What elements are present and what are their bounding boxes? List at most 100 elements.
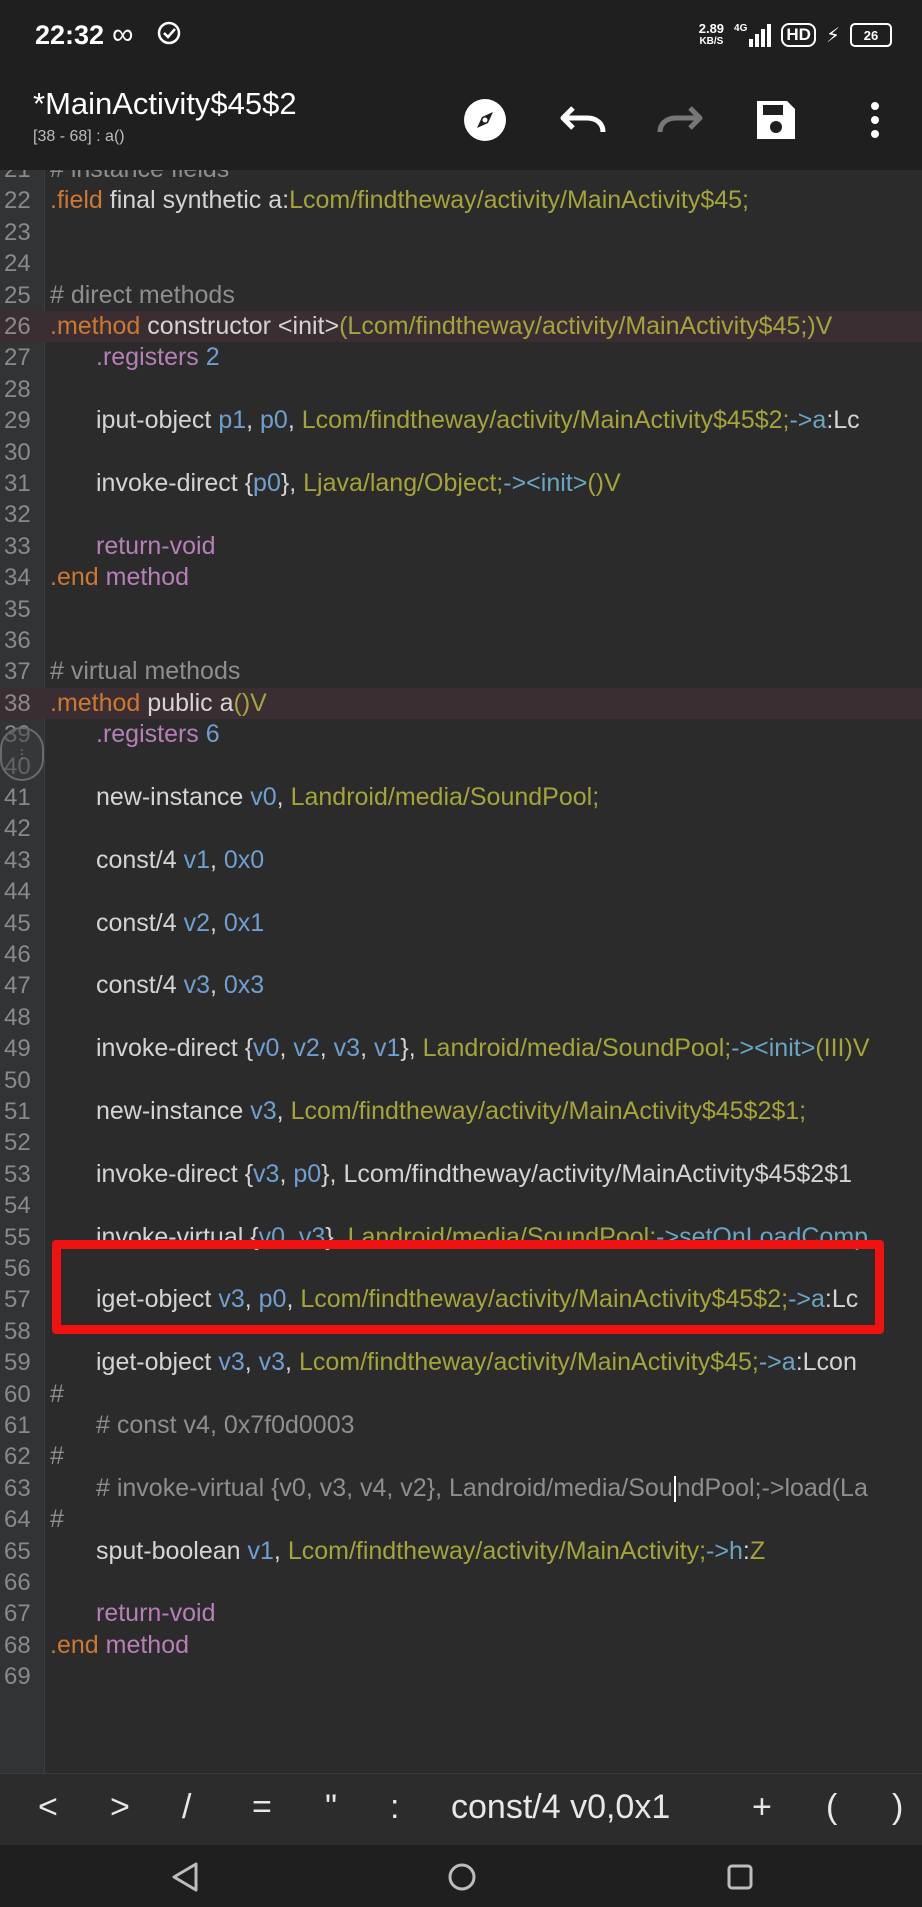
code-line[interactable]: 32 [0,499,922,530]
code-line[interactable]: 47 const/4 v3, 0x3 [0,970,922,1001]
key-plus[interactable]: + [752,1788,772,1827]
code-line[interactable]: 38 .method public a()V [0,687,922,720]
code-line[interactable]: 50 [0,1065,922,1096]
code-line[interactable]: 65 sput-boolean v1, Lcom/findtheway/activ… [0,1536,922,1567]
code-line[interactable]: 44 [0,876,922,907]
net-speed-unit: KB/S [699,36,724,47]
line-number: 51 [4,1098,31,1125]
line-number: 45 [4,909,31,937]
code-line[interactable]: 48 [0,1002,922,1033]
code-text: iput-object p1, p0, Lcom/findtheway/acti… [96,406,860,435]
code-line[interactable]: 46 [0,939,922,970]
key-snippet[interactable]: const/4 v0,0x1 [451,1788,670,1827]
key-less-than[interactable]: < [38,1788,58,1827]
code-line[interactable]: 34 .end method [0,562,922,593]
code-line[interactable]: 36 [0,625,922,656]
code-line[interactable]: 52 [0,1127,922,1158]
status-time: 22:32 [35,20,105,50]
code-line[interactable]: 28 [0,374,922,405]
code-line[interactable]: 66 [0,1567,922,1598]
code-line[interactable]: 49 invoke-direct {v0, v2, v3, v1}, Landro… [0,1033,922,1064]
key-colon[interactable]: : [390,1788,399,1827]
line-number: 33 [4,532,31,560]
code-text: invoke-direct {p0}, Ljava/lang/Object;->… [96,469,621,497]
line-number: 36 [4,627,31,654]
code-text: # direct methods [50,280,235,309]
code-line[interactable]: 30 [0,437,922,468]
line-number: 27 [4,344,31,372]
line-number: 54 [4,1192,31,1220]
key-quote[interactable]: " [325,1788,337,1827]
fast-scroll-handle[interactable]: ⋮ [0,727,44,781]
line-number: 38 [4,689,31,717]
code-line[interactable]: 68 .end method [0,1630,922,1661]
code-text: const/4 v1, 0x0 [96,845,265,874]
code-line[interactable]: 63 # invoke-virtual {v0, v3, v4, v2}, Lan… [0,1473,922,1504]
code-line[interactable]: 25 # direct methods [0,280,922,311]
code-line[interactable]: 62 # [0,1441,922,1472]
line-number: 28 [4,375,31,403]
code-line[interactable]: 35 [0,594,922,625]
code-line[interactable]: 21 # instance fields [0,170,922,185]
code-line[interactable]: 33 return-void [0,531,922,562]
code-line[interactable]: 45 const/4 v2, 0x1 [0,908,922,939]
navigate-button[interactable] [455,90,515,150]
line-number: 60 [4,1380,31,1408]
code-line[interactable]: 27 .registers 2 [0,342,922,373]
more-options-button[interactable] [845,90,905,150]
code-line[interactable]: 64 # [0,1504,922,1535]
code-text: const/4 v3, 0x3 [96,971,265,1000]
line-number: 37 [4,658,31,686]
code-line[interactable]: 42 [0,813,922,844]
home-button[interactable] [442,1857,482,1897]
line-number: 21 [4,170,44,185]
battery-level: 26 [863,27,879,43]
line-number: 43 [4,846,31,874]
code-text: const/4 v2, 0x1 [96,908,265,937]
key-equals[interactable]: = [252,1788,272,1827]
code-line[interactable]: 26 .method constructor <init>(Lcom/findth… [0,311,922,343]
infinity-icon: ∞ [112,18,134,51]
code-line[interactable]: 54 [0,1190,922,1221]
code-text: sput-boolean v1, Lcom/findtheway/activit… [96,1536,766,1565]
code-line[interactable]: 60 # [0,1379,922,1410]
code-text: .end method [50,1630,190,1659]
code-text: .field final synthetic a:Lcom/findtheway… [50,186,749,215]
line-number: 23 [4,218,31,246]
code-line[interactable]: 29 iput-object p1, p0, Lcom/findtheway/ac… [0,405,922,436]
line-number: 50 [4,1066,31,1094]
code-editor[interactable]: 21 # instance fields 22 .field final synthe… [0,170,922,1773]
code-line[interactable]: 23 [0,217,922,248]
code-text: # virtual methods [50,657,241,686]
code-line[interactable]: 40 [0,751,922,782]
redo-button[interactable] [650,90,710,150]
code-line[interactable]: 39.registers 6 [0,719,922,750]
key-slash[interactable]: / [182,1788,191,1827]
save-button[interactable] [746,90,806,150]
code-text: # [50,1442,64,1471]
code-line[interactable]: 22 .field final synthetic a:Lcom/findthew… [0,185,922,216]
recents-button[interactable] [720,1857,760,1897]
code-line[interactable]: 67 return-void [0,1598,922,1629]
code-line[interactable]: 59 iget-object v3, v3, Lcom/findtheway/ac… [0,1347,922,1378]
highlight-annotation-box [52,1240,884,1334]
code-text: .method public a()V [50,688,267,717]
code-line[interactable]: 61 # const v4, 0x7f0d0003 [0,1410,922,1441]
code-line[interactable]: 53 invoke-direct {v3, p0}, Lcom/findthewa… [0,1159,922,1190]
code-line[interactable]: 31 invoke-direct {p0}, Ljava/lang/Object;… [0,468,922,499]
code-line[interactable]: 37 # virtual methods [0,656,922,687]
code-line[interactable]: 43 const/4 v1, 0x0 [0,845,922,876]
key-right-paren[interactable]: ) [892,1788,903,1827]
line-number: 29 [4,407,31,435]
back-button[interactable] [165,1857,205,1897]
code-text: invoke-direct {v0, v2, v3, v1}, Landroid… [96,1034,870,1063]
code-line[interactable]: 51 new-instance v3, Lcom/findtheway/activ… [0,1096,922,1127]
key-left-paren[interactable]: ( [826,1788,837,1827]
code-line[interactable]: 24 [0,248,922,279]
code-line[interactable]: 41 new-instance v0, Landroid/media/SoundP… [0,782,922,813]
undo-button[interactable] [553,90,613,150]
key-greater-than[interactable]: > [110,1788,130,1827]
net-speed-value: 2.89 [698,21,725,36]
code-line[interactable]: 69 [0,1661,922,1692]
line-number: 41 [4,784,31,811]
